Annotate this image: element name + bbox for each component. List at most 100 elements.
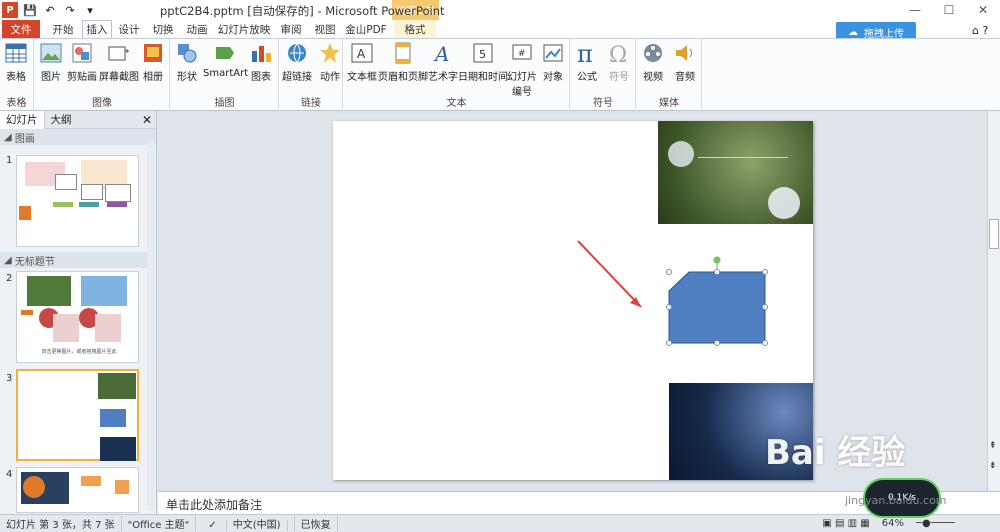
screenshot-label: 屏幕截图: [99, 72, 139, 83]
svg-text:5: 5: [479, 48, 486, 61]
datetime-button[interactable]: 5 日期和时间: [458, 41, 508, 83]
slides-panel: 幻灯片 大纲 ✕ ◢ 图画 1 ◢ 无标题节 2 双击更换图片，或者拖拽图片至此…: [0, 110, 157, 514]
clipart-button[interactable]: 剪贴画: [67, 41, 97, 83]
group-text-label: 文本: [446, 98, 467, 109]
close-panel-icon[interactable]: ✕: [142, 113, 152, 127]
view-buttons[interactable]: ▣ ▤ ▥ ▦: [816, 518, 875, 529]
hyperlink-label: 超链接: [282, 72, 312, 83]
group-table-label: 表格: [6, 98, 27, 109]
smartart-icon: [215, 47, 234, 59]
close-icon[interactable]: ✕: [966, 0, 1000, 20]
chart-button[interactable]: 图表: [249, 41, 273, 83]
resize-handle[interactable]: [714, 269, 720, 275]
tab-view[interactable]: 视图: [310, 20, 340, 38]
minimize-icon[interactable]: —: [898, 0, 932, 20]
group-links: 超链接 动作 链接: [280, 39, 343, 111]
picture-button[interactable]: 图片: [39, 41, 63, 83]
resize-handle[interactable]: [762, 340, 768, 346]
quick-access-toolbar: P 💾 ↶ ↷ ▾: [2, 2, 98, 18]
section-header[interactable]: ◢ 无标题节: [0, 252, 155, 268]
maximize-icon[interactable]: ☐: [932, 0, 966, 20]
slide-thumbnail[interactable]: [16, 155, 139, 247]
symbol-button[interactable]: Ω 符号: [607, 41, 631, 83]
undo-icon[interactable]: ↶: [42, 2, 58, 18]
canvas-scrollbar[interactable]: ⇞ ⇟: [987, 111, 1000, 491]
tab-outline[interactable]: 大纲: [45, 111, 78, 129]
equation-button[interactable]: π 公式: [575, 41, 599, 83]
action-button[interactable]: 动作: [318, 41, 342, 83]
powerpoint-icon[interactable]: P: [2, 2, 18, 18]
slide-thumbnail[interactable]: [16, 467, 139, 513]
header-footer-label: 页眉和页脚: [378, 72, 428, 83]
tab-transitions[interactable]: 切换: [148, 20, 178, 38]
smartart-button[interactable]: SmartArt: [203, 41, 248, 79]
tab-home[interactable]: 开始: [46, 20, 80, 38]
title-bar: P 💾 ↶ ↷ ▾ 绘图工具 pptC2B4.pptm [自动保存的] - Mi…: [0, 0, 1000, 22]
theme-name: "Office 主题": [122, 516, 197, 531]
annotation-arrow: [577, 240, 642, 308]
tab-slideshow[interactable]: 幻灯片放映: [216, 20, 272, 38]
zoom-slider[interactable]: ─●────: [910, 518, 1000, 529]
slide-info: 幻灯片 第 3 张，共 7 张: [0, 516, 122, 531]
slide-canvas[interactable]: [333, 121, 813, 480]
object-button[interactable]: 对象: [541, 41, 565, 83]
tab-insert[interactable]: 插入: [82, 20, 112, 38]
tab-format[interactable]: 格式: [394, 20, 436, 38]
audio-button[interactable]: 音频: [673, 41, 697, 83]
symbol-label: 符号: [609, 72, 629, 83]
wordart-label: 艺术字: [428, 72, 458, 83]
resize-handle[interactable]: [714, 340, 720, 346]
tab-wps-pdf[interactable]: 金山PDF: [344, 20, 388, 38]
wordart-button[interactable]: A 艺术字: [428, 41, 458, 83]
action-icon: [320, 43, 340, 63]
next-slide-icon[interactable]: ⇟: [989, 461, 997, 471]
tab-animations[interactable]: 动画: [182, 20, 212, 38]
slide-number-button[interactable]: # 幻灯片 编号: [507, 41, 537, 98]
cloud-icon: ☁: [848, 26, 858, 38]
smartart-label: SmartArt: [203, 68, 249, 79]
window-title: pptC2B4.pptm [自动保存的] - Microsoft PowerPo…: [160, 4, 445, 18]
rotation-handle[interactable]: [713, 256, 721, 264]
video-button[interactable]: 视频: [641, 41, 665, 83]
resize-handle[interactable]: [666, 269, 672, 275]
group-illustrations: 形状 SmartArt 图表 插图: [171, 39, 279, 111]
save-icon[interactable]: 💾: [22, 2, 38, 18]
group-images-label: 图像: [92, 98, 112, 109]
tab-design[interactable]: 设计: [114, 20, 144, 38]
shapes-button[interactable]: 形状: [175, 41, 199, 83]
hyperlink-icon: [288, 43, 306, 63]
header-footer-icon: [395, 42, 411, 64]
svg-text:π: π: [577, 41, 593, 65]
slide-thumbnail[interactable]: 双击更换图片，或者拖拽图片至此: [16, 271, 139, 363]
resize-handle[interactable]: [762, 304, 768, 310]
panel-scrollbar[interactable]: [147, 141, 155, 511]
help-icon[interactable]: ⌂ ?: [972, 24, 988, 37]
screenshot-button[interactable]: 屏幕截图: [99, 41, 139, 83]
header-footer-button[interactable]: 页眉和页脚: [378, 41, 428, 83]
shapes-label: 形状: [177, 72, 197, 83]
watermark-url: jingyan.baidu.com: [845, 494, 947, 507]
tab-slides[interactable]: 幻灯片: [0, 110, 45, 129]
picture-icon: [40, 43, 62, 63]
hyperlink-button[interactable]: 超链接: [282, 41, 312, 83]
redo-icon[interactable]: ↷: [62, 2, 78, 18]
tab-file[interactable]: 文件: [2, 20, 40, 38]
resize-handle[interactable]: [666, 304, 672, 310]
thumbnail-caption: 双击更换图片，或者拖拽图片至此: [41, 349, 117, 355]
textbox-button[interactable]: A 文本框: [347, 41, 377, 83]
clipart-icon: [72, 43, 92, 63]
slide-thumbnail-selected[interactable]: [16, 369, 139, 461]
snip-corner-rectangle[interactable]: [668, 271, 766, 344]
resize-handle[interactable]: [666, 340, 672, 346]
resize-handle[interactable]: [762, 269, 768, 275]
shapes-icon: [178, 44, 197, 63]
language[interactable]: ✓ 中文(中国): [196, 516, 295, 531]
tab-review[interactable]: 审阅: [276, 20, 306, 38]
zoom-level[interactable]: 64%: [876, 518, 910, 529]
svg-text:Ω: Ω: [609, 43, 627, 65]
section-header[interactable]: ◢ 图画: [0, 129, 156, 145]
customize-qat-icon[interactable]: ▾: [82, 2, 98, 18]
table-button[interactable]: 表格: [4, 41, 28, 83]
prev-slide-icon[interactable]: ⇞: [989, 441, 997, 451]
album-button[interactable]: 相册: [141, 41, 165, 83]
